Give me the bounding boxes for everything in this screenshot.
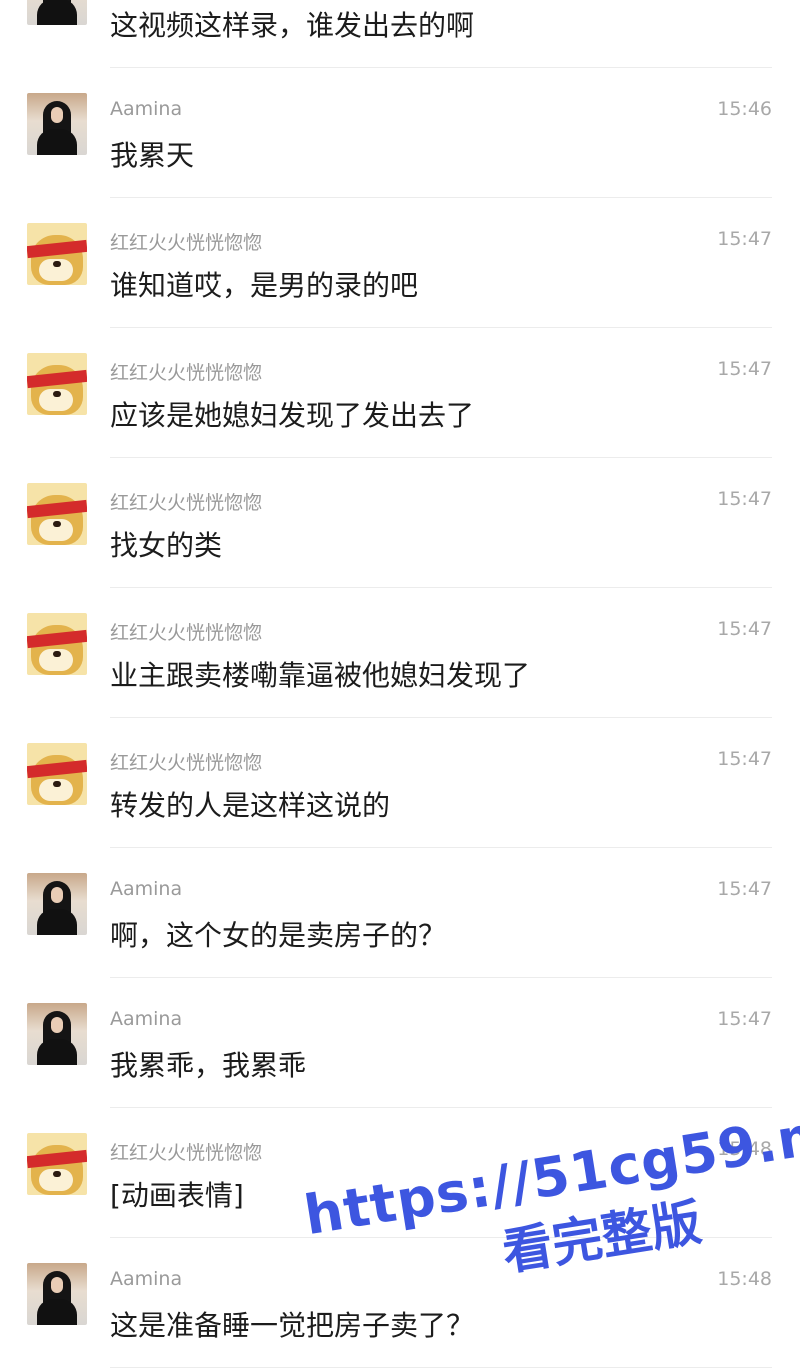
message-timestamp: 15:47 xyxy=(717,228,772,250)
doge-avatar-icon[interactable] xyxy=(27,483,87,545)
chat-message[interactable]: 红红火火恍恍惚惚 15:47 谁知道哎，是男的录的吧 xyxy=(0,198,800,328)
message-text: 啊，这个女的是卖房子的？ xyxy=(110,919,447,952)
message-timestamp: 15:47 xyxy=(717,1008,772,1030)
chat-message[interactable]: 红红火火恍恍惚惚 15:47 业主跟卖楼嘞靠逼被他媳妇发现了 xyxy=(0,588,800,718)
chat-message[interactable]: Aamina 15:47 啊，这个女的是卖房子的？ xyxy=(0,848,800,978)
message-text: 业主跟卖楼嘞靠逼被他媳妇发现了 xyxy=(110,659,531,692)
user-photo-avatar[interactable] xyxy=(27,1003,87,1065)
message-timestamp: 15:47 xyxy=(717,488,772,510)
sender-name: Aamina xyxy=(110,878,183,900)
sender-name: Aamina xyxy=(110,98,183,120)
sender-name: 红红火火恍恍惚惚 xyxy=(110,752,263,774)
doge-avatar-icon[interactable] xyxy=(27,613,87,675)
message-text: 应该是她媳妇发现了发出去了 xyxy=(110,399,475,432)
user-photo-avatar[interactable] xyxy=(27,1263,87,1325)
sender-name: 红红火火恍恍惚惚 xyxy=(110,622,263,644)
chat-message[interactable]: 红红火火恍恍惚惚 15:47 找女的类 xyxy=(0,458,800,588)
message-timestamp: 15:47 xyxy=(717,358,772,380)
message-timestamp: 15:47 xyxy=(717,878,772,900)
sender-name: Aamina xyxy=(110,1008,183,1030)
message-timestamp: 15:47 xyxy=(717,618,772,640)
user-photo-avatar[interactable] xyxy=(27,93,87,155)
message-text: 我累乖，我累乖 xyxy=(110,1049,307,1082)
message-text: 转发的人是这样这说的 xyxy=(110,789,391,822)
sender-name: 红红火火恍恍惚惚 xyxy=(110,232,263,254)
chat-message[interactable]: Aamina 15:46 我累天 xyxy=(0,68,800,198)
message-text: 我累天 xyxy=(110,139,195,172)
message-timestamp: 15:46 xyxy=(717,98,772,120)
doge-avatar-icon[interactable] xyxy=(27,353,87,415)
message-text: [动画表情] xyxy=(110,1179,244,1212)
message-timestamp: 15:47 xyxy=(717,748,772,770)
sender-name: 红红火火恍恍惚惚 xyxy=(110,1142,263,1164)
message-text: 谁知道哎，是男的录的吧 xyxy=(110,269,419,302)
chat-message[interactable]: 红红火火恍恍惚惚 15:47 应该是她媳妇发现了发出去了 xyxy=(0,328,800,458)
sender-name: Aamina xyxy=(110,1268,183,1290)
message-text: 找女的类 xyxy=(110,529,223,562)
doge-avatar-icon[interactable] xyxy=(27,743,87,805)
chat-message[interactable]: Aamina 15:47 我累乖，我累乖 xyxy=(0,978,800,1108)
chat-message[interactable]: 红红火火恍恍惚惚 15:47 转发的人是这样这说的 xyxy=(0,718,800,848)
message-text: 这视频这样录，谁发出去的啊 xyxy=(110,9,475,42)
doge-avatar-icon[interactable] xyxy=(27,1133,87,1195)
chat-message[interactable]: 这视频这样录，谁发出去的啊 xyxy=(0,0,800,68)
doge-avatar-icon[interactable] xyxy=(27,223,87,285)
user-photo-avatar[interactable] xyxy=(27,873,87,935)
sender-name: 红红火火恍恍惚惚 xyxy=(110,492,263,514)
sender-name: 红红火火恍恍惚惚 xyxy=(110,362,263,384)
user-photo-avatar[interactable] xyxy=(27,0,87,25)
